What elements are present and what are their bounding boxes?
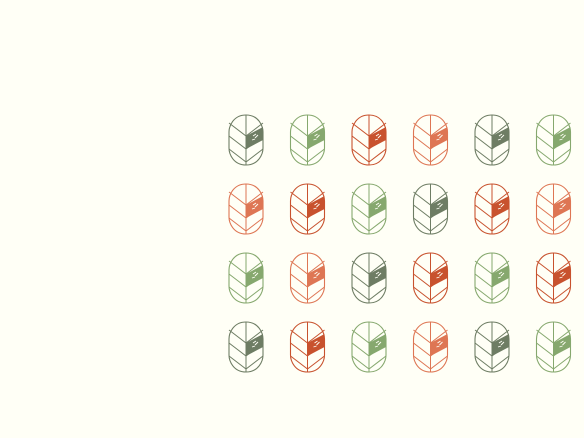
leaf-icon-grid [0,0,584,438]
pattern-canvas [0,0,584,438]
